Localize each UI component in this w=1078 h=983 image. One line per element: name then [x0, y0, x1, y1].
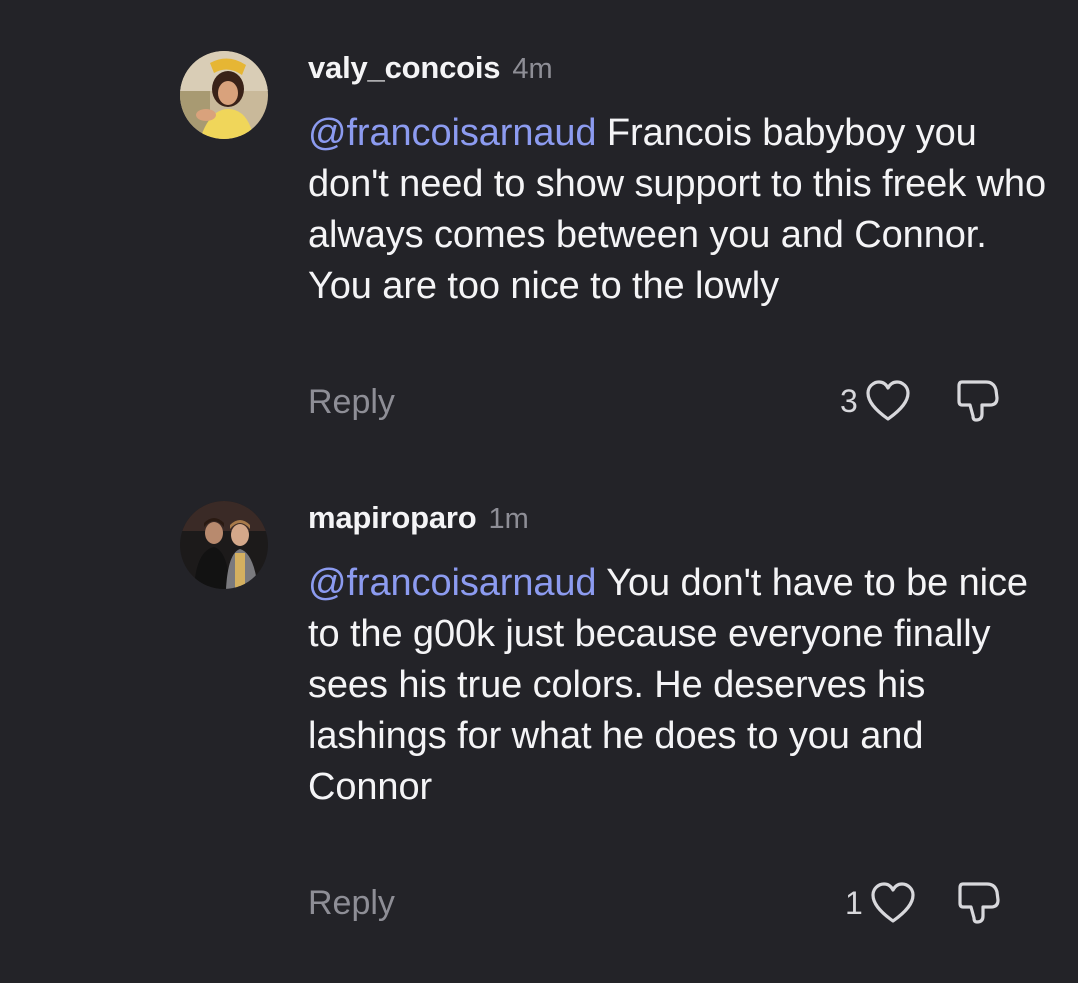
reply-button[interactable]: Reply [308, 383, 395, 422]
comment-header: mapiroparo 1m [308, 500, 529, 540]
like-count[interactable]: 1 [845, 885, 863, 922]
avatar-photo-icon [180, 51, 268, 139]
heart-icon[interactable] [869, 881, 917, 925]
username[interactable]: valy_concois [308, 50, 501, 86]
mention-link[interactable]: @francoisarnaud [308, 112, 597, 154]
timestamp[interactable]: 1m [489, 503, 529, 536]
like-group: 3 [840, 378, 1000, 424]
username[interactable]: mapiroparo [308, 500, 477, 536]
timestamp[interactable]: 4m [512, 53, 552, 86]
avatar[interactable] [180, 51, 268, 139]
heart-icon[interactable] [864, 379, 912, 423]
comment-text: @francoisarnaud You don't have to be nic… [308, 558, 1048, 813]
avatar[interactable] [180, 501, 268, 589]
comment-header: valy_concois 4m [308, 50, 553, 90]
avatar-photo-icon [180, 501, 268, 589]
comment-text: @francoisarnaud Francois babyboy you don… [308, 108, 1048, 312]
mention-link[interactable]: @francoisarnaud [308, 562, 597, 604]
reply-button[interactable]: Reply [308, 884, 395, 923]
like-group: 1 [845, 880, 1001, 926]
like-count[interactable]: 3 [840, 383, 858, 420]
thumbs-down-icon[interactable] [956, 378, 1000, 424]
thumbs-down-icon[interactable] [957, 880, 1001, 926]
